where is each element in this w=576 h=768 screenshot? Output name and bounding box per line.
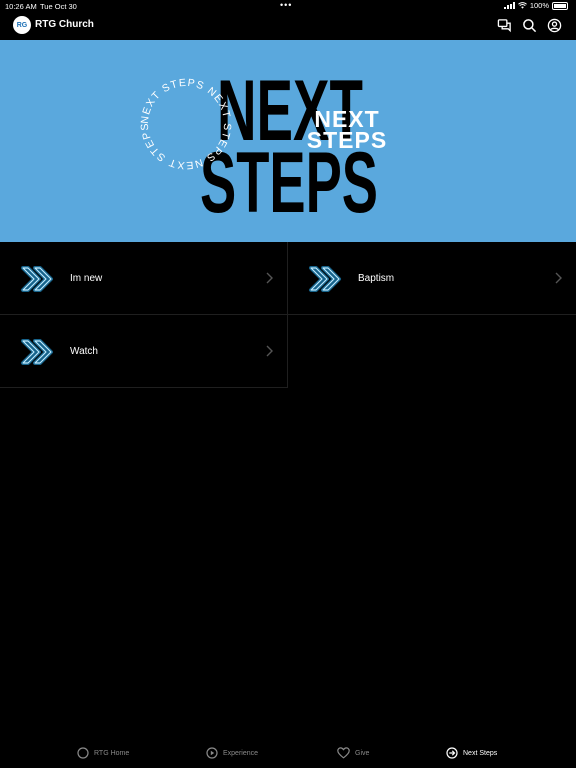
tile-label: Watch [70, 346, 98, 357]
tile-label: Im new [70, 273, 103, 284]
arrow-circle-icon [446, 747, 458, 759]
tile-im-new[interactable]: Im new [0, 242, 288, 315]
double-chevron-icon [21, 339, 53, 365]
search-icon[interactable] [522, 18, 537, 33]
tab-label: Give [355, 749, 370, 757]
heart-icon [337, 747, 350, 759]
tab-give[interactable]: Give [337, 746, 369, 760]
double-chevron-icon [309, 266, 341, 292]
chevron-right-icon [266, 345, 273, 357]
status-indicators: 100% [503, 1, 568, 10]
chevron-right-icon [555, 272, 562, 284]
account-icon[interactable] [547, 18, 562, 33]
next-steps-hero-banner: NEXT STEPS NEXT STEPS NEXT STEPS NEXT ST… [0, 40, 576, 242]
tab-experience[interactable]: Experience [206, 746, 258, 760]
tile-label: Baptism [358, 273, 395, 284]
status-date: Tue Oct 30 [40, 2, 77, 11]
status-time: 10:26 AM [5, 2, 37, 11]
tab-next-steps[interactable]: Next Steps [446, 746, 497, 760]
hero-graphic: NEXT STEPS NEXT STEPS NEXT STEPS NEXT ST… [139, 63, 387, 231]
hero-overlay-steps: STEPS [307, 127, 387, 153]
church-logo[interactable]: RG [13, 16, 31, 34]
wifi-icon [517, 2, 527, 9]
tab-label: Experience [223, 749, 259, 757]
signal-icon [503, 2, 515, 9]
bottom-tab-bar: RTG Home Experience Give Next Steps [0, 738, 576, 768]
battery-percent: 100% [529, 1, 549, 10]
chat-icon[interactable] [497, 18, 512, 33]
tab-label: RTG Home [94, 749, 130, 757]
tab-label: Next Steps [463, 749, 498, 757]
status-bar: 10:26 AM Tue Oct 30 ••• 100% [0, 0, 576, 12]
app-header: RG RTG Church [0, 12, 576, 40]
header-actions [497, 18, 562, 33]
tile-baptism[interactable]: Baptism [288, 242, 576, 315]
app-title: RTG Church [35, 19, 94, 30]
tab-rtg-home[interactable]: RTG Home [77, 746, 129, 760]
circle-icon [77, 747, 89, 759]
tile-watch[interactable]: Watch [0, 315, 288, 388]
battery-icon [552, 1, 568, 10]
double-chevron-icon [21, 266, 53, 292]
multitasking-dots-icon[interactable]: ••• [280, 0, 292, 10]
next-steps-grid: Im new Baptism Watch [0, 242, 576, 388]
chevron-right-icon [266, 272, 273, 284]
play-circle-icon [206, 747, 218, 759]
